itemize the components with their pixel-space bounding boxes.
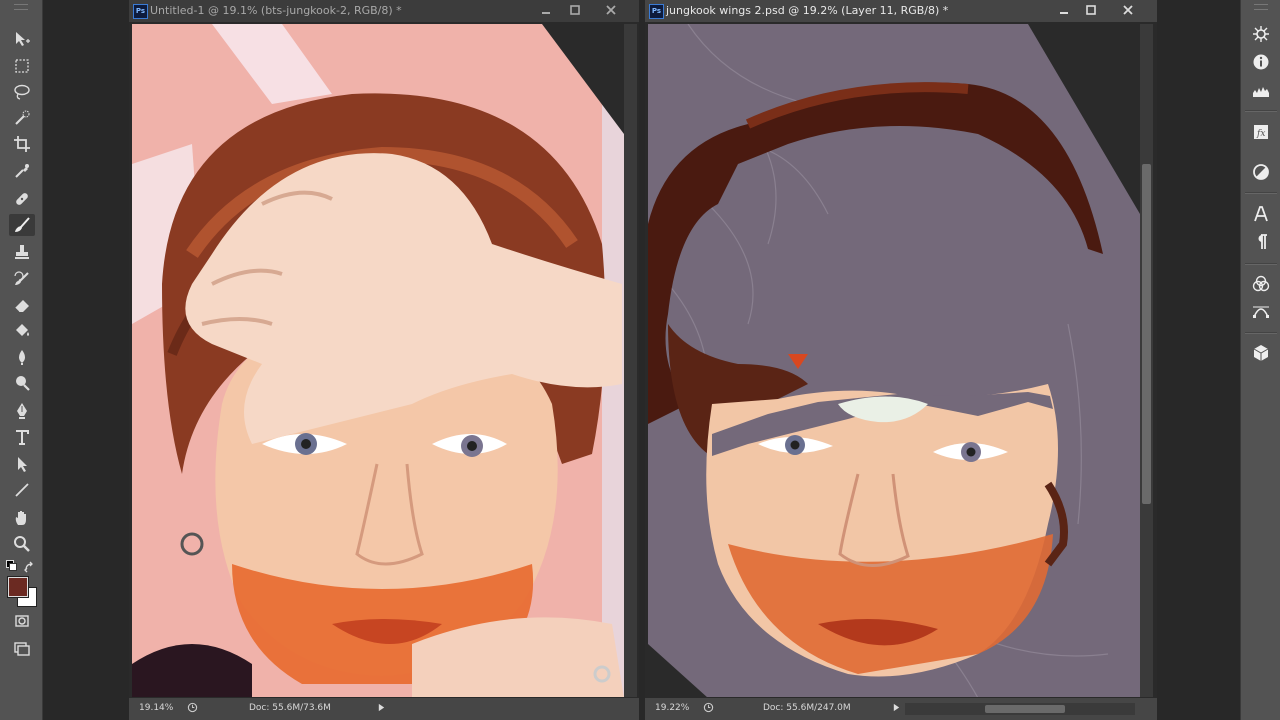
document-size-info: Doc: 55.6M/247.0M <box>763 703 851 713</box>
close-icon[interactable] <box>602 2 620 18</box>
photoshop-logo-icon: Ps <box>649 4 664 19</box>
status-options-icon[interactable] <box>187 702 198 716</box>
painting-canvas[interactable] <box>648 24 1140 698</box>
svg-text:fx: fx <box>1256 129 1265 139</box>
horizontal-scroll-thumb[interactable] <box>985 705 1065 713</box>
healing-brush-tool-icon[interactable] <box>9 188 35 210</box>
photoshop-logo-icon: Ps <box>133 4 148 19</box>
zoom-tool-icon[interactable] <box>9 533 35 555</box>
paragraph-icon[interactable] <box>1250 231 1272 253</box>
paths-icon[interactable] <box>1250 301 1272 323</box>
document-titlebar-active[interactable]: Ps jungkook wings 2.psd @ 19.2% (Layer 1… <box>645 0 1157 23</box>
marquee-tool-icon[interactable] <box>9 55 35 77</box>
dock-grip[interactable] <box>1254 4 1268 10</box>
panel-dock: fx <box>1240 0 1280 720</box>
navigator-icon[interactable] <box>1250 23 1272 45</box>
zoom-level[interactable]: 19.22% <box>655 703 689 713</box>
document-statusbar: 19.14% Doc: 55.6M/73.6M <box>129 697 639 720</box>
document-titlebar[interactable]: Ps Untitled-1 @ 19.1% (bts-jungkook-2, R… <box>129 0 639 23</box>
maximize-icon[interactable] <box>566 2 584 18</box>
panel-grip[interactable] <box>14 4 28 10</box>
lasso-tool-icon[interactable] <box>9 81 35 103</box>
document-size-info: Doc: 55.6M/73.6M <box>249 703 331 713</box>
info-icon[interactable] <box>1250 51 1272 73</box>
vertical-scrollbar[interactable] <box>624 24 637 698</box>
close-icon[interactable] <box>1119 2 1137 18</box>
foreground-color-swatch[interactable] <box>7 576 29 598</box>
document-statusbar: 19.22% Doc: 55.6M/247.0M <box>645 697 1157 720</box>
eraser-tool-icon[interactable] <box>9 294 35 316</box>
character-icon[interactable] <box>1250 203 1272 225</box>
channels-icon[interactable] <box>1250 273 1272 295</box>
styles-icon[interactable]: fx <box>1250 121 1272 143</box>
histogram-icon[interactable] <box>1250 80 1272 102</box>
horizontal-scrollbar[interactable] <box>905 703 1135 715</box>
zoom-level[interactable]: 19.14% <box>139 703 173 713</box>
status-options-icon[interactable] <box>703 702 714 716</box>
screen-mode-icon[interactable] <box>9 637 35 659</box>
status-menu-arrow-icon[interactable] <box>377 703 386 715</box>
adjustments-icon[interactable] <box>1250 161 1272 183</box>
crop-tool-icon[interactable] <box>9 133 35 155</box>
quick-mask-icon[interactable] <box>9 610 35 632</box>
vertical-scroll-thumb[interactable] <box>1142 164 1151 504</box>
move-tool-icon[interactable] <box>9 28 35 50</box>
clone-stamp-tool-icon[interactable] <box>9 241 35 263</box>
default-colors-icon[interactable] <box>6 560 17 571</box>
brush-tool-icon[interactable] <box>9 214 35 236</box>
type-tool-icon[interactable] <box>9 426 35 448</box>
document-title: Untitled-1 @ 19.1% (bts-jungkook-2, RGB/… <box>150 4 402 17</box>
maximize-icon[interactable] <box>1082 2 1100 18</box>
minimize-icon[interactable] <box>537 2 555 18</box>
path-selection-tool-icon[interactable] <box>9 453 35 475</box>
reference-photo <box>132 24 624 698</box>
digital-painting <box>648 24 1140 698</box>
vertical-scrollbar[interactable] <box>1140 24 1153 698</box>
history-brush-tool-icon[interactable] <box>9 268 35 290</box>
hand-tool-icon[interactable] <box>9 507 35 529</box>
swap-colors-icon[interactable] <box>24 558 36 573</box>
dodge-tool-icon[interactable] <box>9 372 35 394</box>
quick-select-tool-icon[interactable] <box>9 107 35 129</box>
tools-panel <box>0 0 43 720</box>
eyedropper-tool-icon[interactable] <box>9 160 35 182</box>
3d-icon[interactable] <box>1250 342 1272 364</box>
line-tool-icon[interactable] <box>9 479 35 501</box>
pen-tool-icon[interactable] <box>9 400 35 422</box>
blur-tool-icon[interactable] <box>9 346 35 368</box>
status-menu-arrow-icon[interactable] <box>892 703 901 715</box>
document-title: jungkook wings 2.psd @ 19.2% (Layer 11, … <box>666 4 949 17</box>
paint-bucket-tool-icon[interactable] <box>9 320 35 342</box>
document-window-1[interactable]: Ps Untitled-1 @ 19.1% (bts-jungkook-2, R… <box>129 0 639 720</box>
document-window-2[interactable]: Ps jungkook wings 2.psd @ 19.2% (Layer 1… <box>645 0 1157 720</box>
reference-photo-canvas[interactable] <box>132 24 624 698</box>
minimize-icon[interactable] <box>1055 2 1073 18</box>
